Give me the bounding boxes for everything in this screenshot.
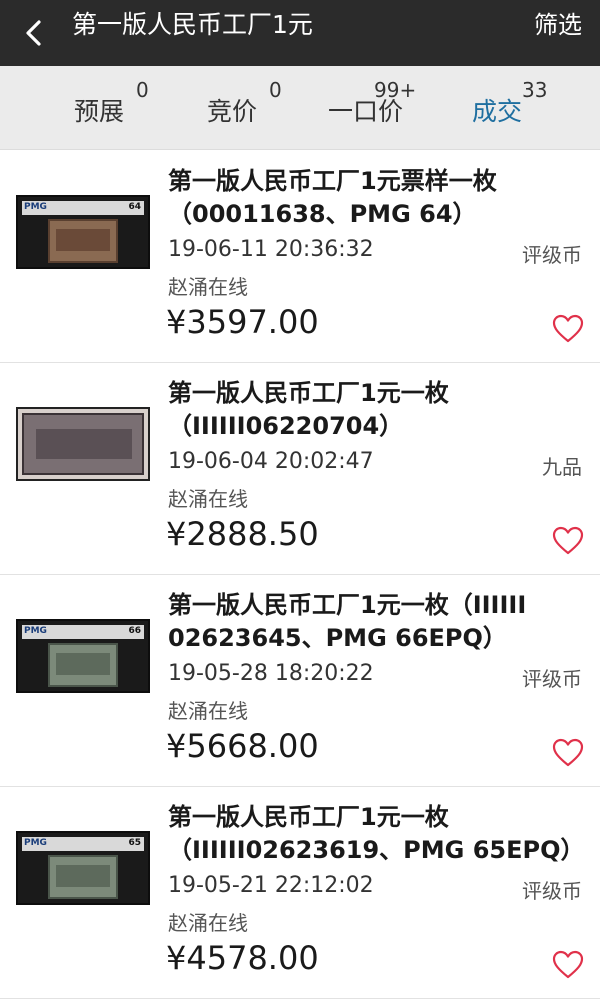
chevron-left-icon — [26, 20, 41, 46]
item-title: 第一版人民币工厂1元票样一枚 （00011638、PMG 64） — [168, 165, 588, 231]
tab-count-badge: 99+ — [374, 78, 417, 102]
item-title-line: 第一版人民币工厂1元一枚 — [168, 803, 449, 831]
item-title: 第一版人民币工厂1元一枚 （IIIIII02623619、PMG 65EPQ） — [168, 801, 588, 867]
grading-score: 64 — [128, 202, 141, 212]
sale-time: 19-05-28 18:20:22 — [168, 661, 374, 686]
list-item[interactable]: 第一版人民币工厂1元一枚 （IIIIII06220704） 19-06-04 2… — [0, 363, 600, 575]
banknote-image — [48, 855, 118, 899]
banknote-thumbnail: PMG 65 — [16, 831, 150, 905]
heart-icon[interactable] — [552, 738, 584, 768]
seller-name: 赵涌在线 — [168, 911, 248, 935]
tab-sold[interactable]: 成交 33 — [472, 66, 582, 150]
item-title-line: 02623645、PMG 66EPQ） — [168, 624, 507, 652]
item-title-line: 第一版人民币工厂1元一枚（IIIIII — [168, 591, 527, 619]
seller-name: 赵涌在线 — [168, 699, 248, 723]
sale-time: 19-06-04 20:02:47 — [168, 449, 374, 474]
item-title-line: 第一版人民币工厂1元票样一枚 — [168, 167, 497, 195]
sale-time: 19-05-21 22:12:02 — [168, 873, 374, 898]
auction-result-list: PMG 64 第一版人民币工厂1元票样一枚 （00011638、PMG 64） … — [0, 151, 600, 999]
seller-name: 赵涌在线 — [168, 487, 248, 511]
banknote-thumbnail — [16, 407, 150, 481]
grading-brand: PMG — [24, 202, 47, 212]
heart-icon[interactable] — [552, 950, 584, 980]
filter-button[interactable]: 筛选 — [534, 0, 582, 66]
banknote-image — [48, 643, 118, 687]
grade-tag: 九品 — [542, 455, 582, 479]
list-item[interactable]: PMG 64 第一版人民币工厂1元票样一枚 （00011638、PMG 64） … — [0, 151, 600, 363]
tab-count-badge: 0 — [136, 78, 149, 102]
sale-price: ¥5668.00 — [166, 727, 319, 765]
item-title: 第一版人民币工厂1元一枚（IIIIII 02623645、PMG 66EPQ） — [168, 589, 588, 655]
list-item[interactable]: PMG 66 第一版人民币工厂1元一枚（IIIIII 02623645、PMG … — [0, 575, 600, 787]
tab-label: 预展 — [74, 97, 125, 126]
grade-tag: 评级币 — [522, 243, 582, 267]
grading-brand: PMG — [24, 626, 47, 636]
grading-brand: PMG — [24, 838, 47, 848]
sale-time: 19-06-11 20:36:32 — [168, 237, 374, 262]
top-navigation-bar: 第一版人民币工厂1元 筛选 — [0, 0, 600, 66]
banknote-image — [48, 219, 118, 263]
sale-price: ¥4578.00 — [166, 939, 319, 977]
item-title-line: （00011638、PMG 64） — [168, 200, 477, 228]
item-title: 第一版人民币工厂1元一枚 （IIIIII06220704） — [168, 377, 588, 443]
heart-icon[interactable] — [552, 314, 584, 344]
tab-label: 成交 — [472, 97, 523, 126]
heart-icon[interactable] — [552, 526, 584, 556]
tab-bidding[interactable]: 竞价 0 — [207, 66, 317, 150]
item-title-line: 第一版人民币工厂1元一枚 — [168, 379, 449, 407]
item-title-line: （IIIIII02623619、PMG 65EPQ） — [168, 836, 585, 864]
tab-count-badge: 0 — [269, 78, 282, 102]
seller-name: 赵涌在线 — [168, 275, 248, 299]
tab-preview[interactable]: 预展 0 — [74, 66, 184, 150]
grading-score: 65 — [128, 838, 141, 848]
grade-tag: 评级币 — [522, 879, 582, 903]
list-item[interactable]: PMG 65 第一版人民币工厂1元一枚 （IIIIII02623619、PMG … — [0, 787, 600, 999]
page-title: 第一版人民币工厂1元 — [72, 10, 313, 39]
item-title-line: （IIIIII06220704） — [168, 412, 404, 440]
sale-price: ¥3597.00 — [166, 303, 319, 341]
banknote-thumbnail: PMG 66 — [16, 619, 150, 693]
grade-tag: 评级币 — [522, 667, 582, 691]
banknote-image — [22, 413, 144, 475]
banknote-thumbnail: PMG 64 — [16, 195, 150, 269]
status-tab-bar: 预展 0 竞价 0 一口价 99+ 成交 33 — [0, 66, 600, 150]
tab-fixed-price[interactable]: 一口价 99+ — [328, 66, 448, 150]
tab-count-badge: 33 — [522, 78, 548, 102]
tab-label: 竞价 — [207, 97, 258, 126]
grading-score: 66 — [128, 626, 141, 636]
sale-price: ¥2888.50 — [166, 515, 319, 553]
back-button[interactable] — [18, 10, 54, 56]
